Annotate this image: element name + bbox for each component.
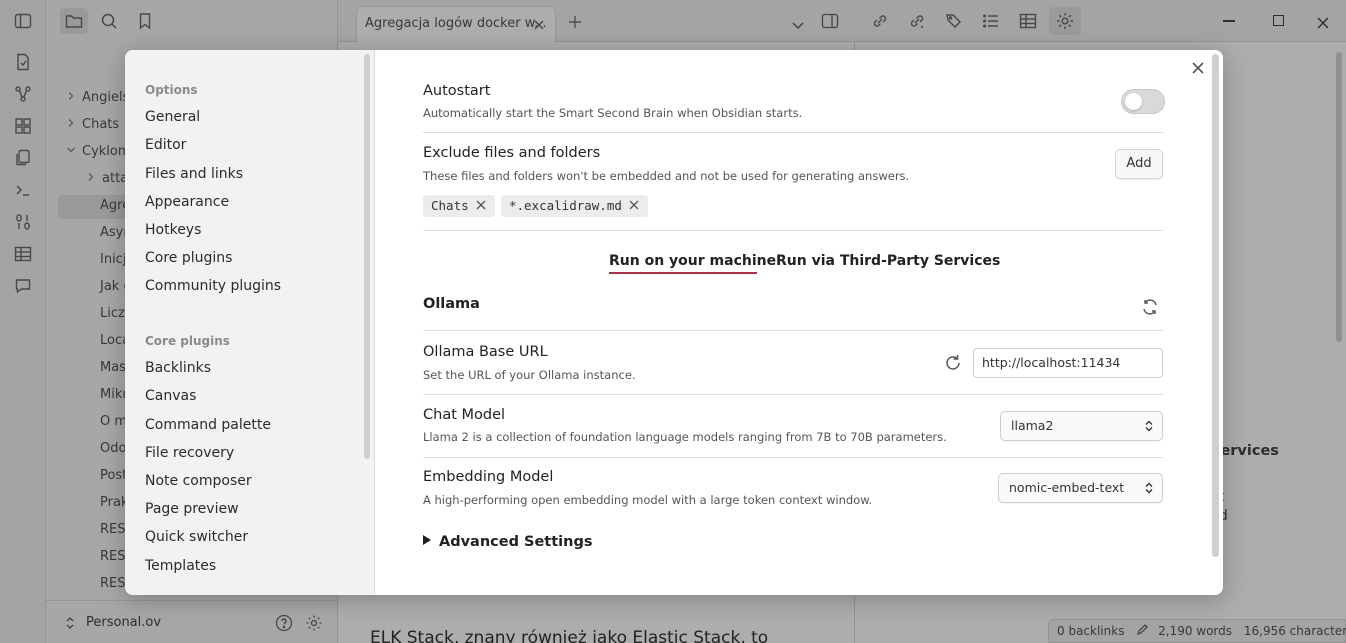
nav-item-canvas[interactable]: Canvas [145, 388, 196, 404]
close-icon[interactable] [1188, 58, 1208, 78]
embedding-model-description: A high-performing open embedding model w… [423, 493, 873, 507]
autostart-toggle[interactable] [1121, 89, 1165, 114]
nav-item-templates[interactable]: Templates [145, 558, 216, 574]
nav-item-quick-switcher[interactable]: Quick switcher [145, 529, 248, 545]
nav-heading-core-plugins: Core plugins [145, 334, 230, 348]
nav-item-file-recovery[interactable]: File recovery [145, 445, 234, 461]
advanced-settings-label: Advanced Settings [439, 534, 593, 550]
excluded-item-label: *.excalidraw.md [509, 198, 622, 213]
nav-item-hotkeys[interactable]: Hotkeys [145, 222, 201, 238]
embedding-model-value: nomic-embed-text [1009, 480, 1125, 495]
chat-model-value: llama2 [1011, 418, 1054, 433]
tab-third-party-services[interactable]: Run via Third-Party Services [776, 253, 1000, 269]
embedding-model-select[interactable]: nomic-embed-text [998, 473, 1163, 503]
chat-model-description: Llama 2 is a collection of foundation la… [423, 430, 947, 444]
nav-heading-options: Options [145, 83, 198, 97]
divider [423, 394, 1163, 395]
ollama-url-label: Ollama Base URL [423, 344, 548, 360]
tab-run-locally[interactable]: Run on your machine [609, 253, 776, 269]
embedding-model-label: Embedding Model [423, 469, 554, 485]
ollama-url-description: Set the URL of your Ollama instance. [423, 368, 636, 382]
chevron-updown-icon [1144, 482, 1154, 494]
chat-model-select[interactable]: llama2 [1000, 411, 1163, 441]
active-tab-underline [609, 272, 757, 274]
settings-scrollbar[interactable] [1212, 54, 1219, 557]
reset-url-icon[interactable] [943, 353, 963, 373]
nav-item-command-palette[interactable]: Command palette [145, 417, 271, 433]
ollama-url-input[interactable]: http://localhost:11434 [973, 348, 1163, 378]
autostart-description: Automatically start the Smart Second Bra… [423, 106, 803, 120]
divider [423, 330, 1163, 331]
autostart-label: Autostart [423, 83, 491, 99]
nav-item-community-plugins[interactable]: Community plugins [145, 278, 281, 294]
settings-modal: Options General Editor Files and links A… [125, 50, 1223, 595]
divider [423, 457, 1163, 458]
nav-scrollbar[interactable] [364, 54, 370, 459]
excluded-item-chip: *.excalidraw.md [501, 195, 648, 217]
remove-icon[interactable] [475, 199, 487, 211]
chat-model-label: Chat Model [423, 407, 506, 423]
nav-item-note-composer[interactable]: Note composer [145, 473, 252, 489]
excluded-item-label: Chats [431, 198, 469, 213]
nav-item-editor[interactable]: Editor [145, 137, 186, 153]
remove-icon[interactable] [628, 199, 640, 211]
refresh-icon[interactable] [1140, 297, 1160, 317]
disclosure-triangle-icon [423, 535, 431, 545]
exclude-description: These files and folders won't be embedde… [423, 169, 910, 183]
divider [423, 132, 1163, 133]
nav-item-files-and-links[interactable]: Files and links [145, 166, 243, 182]
nav-item-general[interactable]: General [145, 109, 200, 125]
advanced-settings-toggle[interactable]: Advanced Settings [423, 534, 592, 550]
settings-nav: Options General Editor Files and links A… [125, 50, 375, 595]
exclude-label: Exclude files and folders [423, 145, 601, 161]
excluded-item-chip: Chats [423, 195, 495, 217]
nav-item-page-preview[interactable]: Page preview [145, 501, 239, 517]
divider [423, 230, 1163, 231]
nav-item-core-plugins[interactable]: Core plugins [145, 250, 232, 266]
toggle-knob [1125, 93, 1142, 110]
nav-item-backlinks[interactable]: Backlinks [145, 360, 211, 376]
add-exclusion-button[interactable]: Add [1115, 149, 1163, 179]
nav-item-appearance[interactable]: Appearance [145, 194, 229, 210]
ollama-section-title: Ollama [423, 296, 480, 312]
chevron-updown-icon [1144, 420, 1154, 432]
